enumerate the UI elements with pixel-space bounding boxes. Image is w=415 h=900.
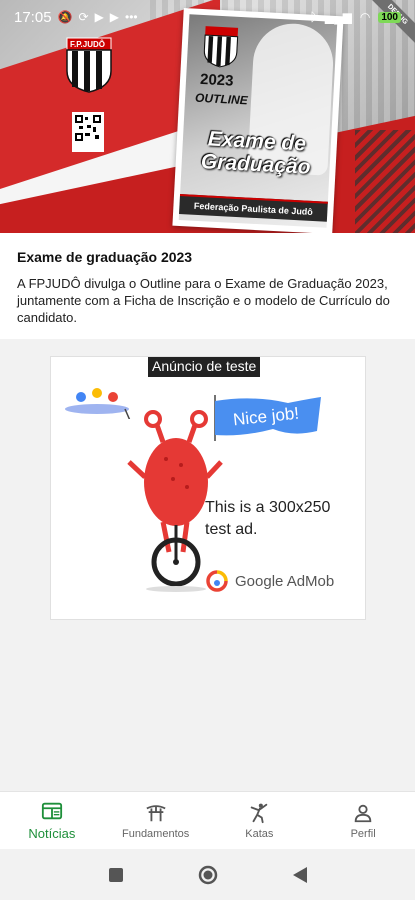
ad-text: This is a 300x250 test ad.: [205, 499, 331, 538]
poster-year: 2023: [199, 70, 234, 90]
battery-icon: 100: [378, 11, 401, 23]
nav-item-perfil[interactable]: Perfil: [311, 792, 415, 849]
bluetooth-icon: ᛒ: [309, 10, 317, 24]
signal-icon: ▂▄▆: [324, 10, 352, 24]
sync-icon: ⟳: [78, 10, 89, 24]
nav-label-perfil: Perfil: [350, 827, 376, 840]
hero-stripes: [355, 130, 415, 233]
wifi-icon: ◠: [359, 10, 371, 24]
ad-label: Anúncio de teste: [148, 357, 261, 377]
more-icon: •••: [125, 10, 138, 24]
nav-item-fundamentos[interactable]: Fundamentos: [104, 792, 208, 849]
status-bar: 17:05 🔕 ⟳ ▶ ▶ ••• ᛒ ▂▄▆ ◠ 100: [0, 0, 415, 34]
admob-brand-text: Google AdMob: [235, 572, 335, 590]
nav-label-fundamentos: Fundamentos: [121, 827, 190, 840]
poster-title: Exame de Graduação: [185, 126, 327, 179]
dojo-icon: [146, 804, 166, 821]
recents-square-icon: [108, 867, 123, 882]
back-button[interactable]: [289, 864, 311, 886]
exam-poster: 2023 OUTLINE Exame de Graduação Federaçã…: [172, 7, 344, 233]
system-navigation-bar: [0, 849, 415, 900]
article-body: A FPJUDÔ divulga o Outline para o Exame …: [17, 276, 390, 325]
news-icon: [41, 802, 62, 820]
home-button[interactable]: [197, 864, 219, 886]
status-time: 17:05: [14, 8, 52, 26]
news-article[interactable]: Exame de graduação 2023 A FPJUDÔ divulga…: [0, 233, 415, 339]
bottom-navigation: Notícias Fundamentos Katas Perfil: [0, 791, 415, 849]
qr-code-icon: [72, 112, 104, 152]
hero-banner[interactable]: F.P.JUDÔ 2023 OUTLINE Exame de Graduação…: [0, 0, 415, 233]
status-system-icons: ᛒ ▂▄▆ ◠ 100: [310, 10, 401, 24]
person-icon: [354, 804, 372, 822]
recents-button[interactable]: [105, 864, 127, 886]
crest-label: F.P.JUDÔ: [70, 40, 105, 49]
test-ad-banner[interactable]: Anúncio de teste Nice job! This is a 300…: [50, 356, 366, 620]
youtube-icon-2: ▶: [109, 10, 120, 24]
status-notification-icons: 🔕 ⟳ ▶ ▶ •••: [58, 10, 138, 24]
back-triangle-icon: [292, 866, 307, 883]
nav-item-katas[interactable]: Katas: [208, 792, 312, 849]
martial-arts-icon: [251, 803, 268, 823]
youtube-icon: ▶: [94, 10, 104, 24]
admob-brand: Google AdMob: [205, 569, 334, 593]
mute-icon: 🔕: [57, 10, 73, 24]
nav-label-noticias: Notícias: [28, 826, 76, 841]
nav-label-katas: Katas: [245, 827, 274, 840]
home-circle-icon: [198, 865, 217, 884]
nav-item-noticias[interactable]: Notícias: [0, 792, 104, 849]
article-title: Exame de graduação 2023: [17, 249, 193, 265]
poster-outline: OUTLINE: [194, 90, 249, 108]
admob-logo-icon: [206, 570, 228, 592]
